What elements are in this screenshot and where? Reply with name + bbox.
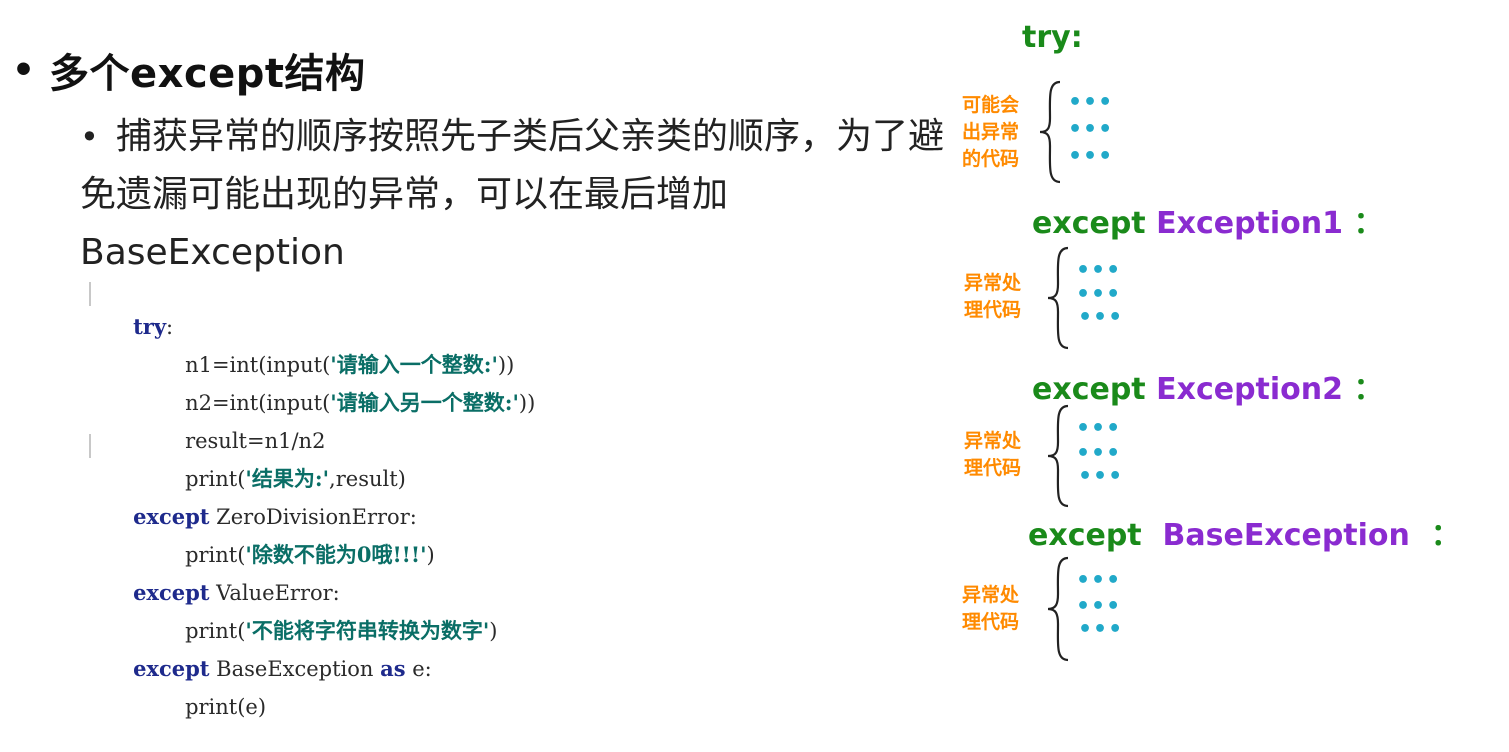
editor-gutter-mark xyxy=(89,434,91,458)
code-line: print(e) xyxy=(145,662,266,719)
code-text: )) xyxy=(518,391,536,415)
ellipsis-icon: ••• xyxy=(1076,282,1122,307)
code-text: e: xyxy=(405,657,432,681)
ellipsis-icon: ••• xyxy=(1076,416,1122,441)
ellipsis-icon: ••• xyxy=(1068,117,1114,142)
colon: ： xyxy=(1353,372,1384,407)
except-keyword: except xyxy=(1032,206,1146,241)
exception-name: Exception1 xyxy=(1156,206,1344,241)
code-line: except BaseException as e: xyxy=(93,624,432,681)
code-text: ) xyxy=(489,619,498,643)
exception-name: BaseException xyxy=(1162,518,1410,553)
exception-name: Exception2 xyxy=(1156,372,1344,407)
code-text: print(e) xyxy=(185,695,267,719)
ellipsis-icon: ••• xyxy=(1076,594,1122,619)
ellipsis-icon: ••• xyxy=(1078,305,1124,330)
label-line: 理代码 xyxy=(964,457,1022,479)
code-line: n2=int(input('请输入另一个整数:')) xyxy=(145,358,535,415)
except-clause: except BaseException ： xyxy=(1028,510,1461,554)
label-line: 可能会 xyxy=(962,94,1020,116)
curly-brace-icon xyxy=(1047,246,1069,350)
subtitle-text: 捕获异常的顺序按照先子类后父亲类的顺序，为了避免遗漏可能出现的异常，可以在最后增… xyxy=(80,116,945,273)
code-line: print('除数不能为0哦!!!') xyxy=(145,510,435,567)
structure-diagram: try: 可能会 出异常 的代码 ••• ••• ••• except Exce… xyxy=(940,0,1509,713)
bullet-icon: • xyxy=(12,49,36,91)
except-keyword: except xyxy=(1028,518,1142,553)
label-line: 异常处 xyxy=(964,430,1022,452)
code-line: n1=int(input('请输入一个整数:')) xyxy=(145,320,514,377)
code-line: except ValueError: xyxy=(93,548,340,605)
code-label: 异常处 理代码 xyxy=(964,428,1044,482)
ellipsis-icon: ••• xyxy=(1076,568,1122,593)
curly-brace-icon xyxy=(1047,556,1069,662)
label-line: 的代码 xyxy=(962,148,1020,170)
title-row: • 多个except结构 xyxy=(12,40,366,100)
ellipsis-icon: ••• xyxy=(1068,144,1114,169)
code-line: print('不能将字符串转换为数字') xyxy=(145,586,497,643)
colon: ： xyxy=(1353,206,1384,241)
colon: ： xyxy=(1430,518,1461,553)
code-line: result=n1/n2 xyxy=(145,396,325,453)
code-keyword: as xyxy=(380,656,406,681)
curly-brace-icon xyxy=(1047,404,1069,508)
ellipsis-icon: ••• xyxy=(1076,258,1122,283)
slide: • 多个except结构 • 捕获异常的顺序按照先子类后父亲类的顺序，为了避免遗… xyxy=(0,0,1509,719)
ellipsis-icon: ••• xyxy=(1076,441,1122,466)
label-line: 理代码 xyxy=(962,611,1020,633)
code-line: except ZeroDivisionError: xyxy=(93,472,417,529)
bullet-icon: • xyxy=(80,118,99,156)
ellipsis-icon: ••• xyxy=(1068,90,1114,115)
curly-brace-icon xyxy=(1039,80,1061,184)
code-label: 异常处 理代码 xyxy=(964,270,1044,324)
label-line: 异常处 xyxy=(964,272,1022,294)
slide-title: 多个except结构 xyxy=(49,51,366,97)
code-text: ) xyxy=(426,543,435,567)
label-line: 理代码 xyxy=(964,299,1022,321)
code-label: 可能会 出异常 的代码 xyxy=(962,92,1042,173)
ellipsis-icon: ••• xyxy=(1078,464,1124,489)
code-line: try: xyxy=(93,282,173,339)
try-label: try: xyxy=(1022,20,1083,55)
ellipsis-icon: ••• xyxy=(1078,617,1124,642)
subtitle-block: • 捕获异常的顺序按照先子类后父亲类的顺序，为了避免遗漏可能出现的异常，可以在最… xyxy=(80,108,950,282)
code-string: '请输入另一个整数:' xyxy=(330,390,519,415)
code-label: 异常处 理代码 xyxy=(962,582,1042,636)
editor-gutter-mark xyxy=(89,282,91,306)
except-clause: except Exception1 ： xyxy=(1032,198,1383,242)
label-line: 出异常 xyxy=(962,121,1020,143)
code-line: print('结果为:',result) xyxy=(145,434,406,491)
except-clause: except Exception2 ： xyxy=(1032,364,1383,408)
label-line: 异常处 xyxy=(962,584,1020,606)
